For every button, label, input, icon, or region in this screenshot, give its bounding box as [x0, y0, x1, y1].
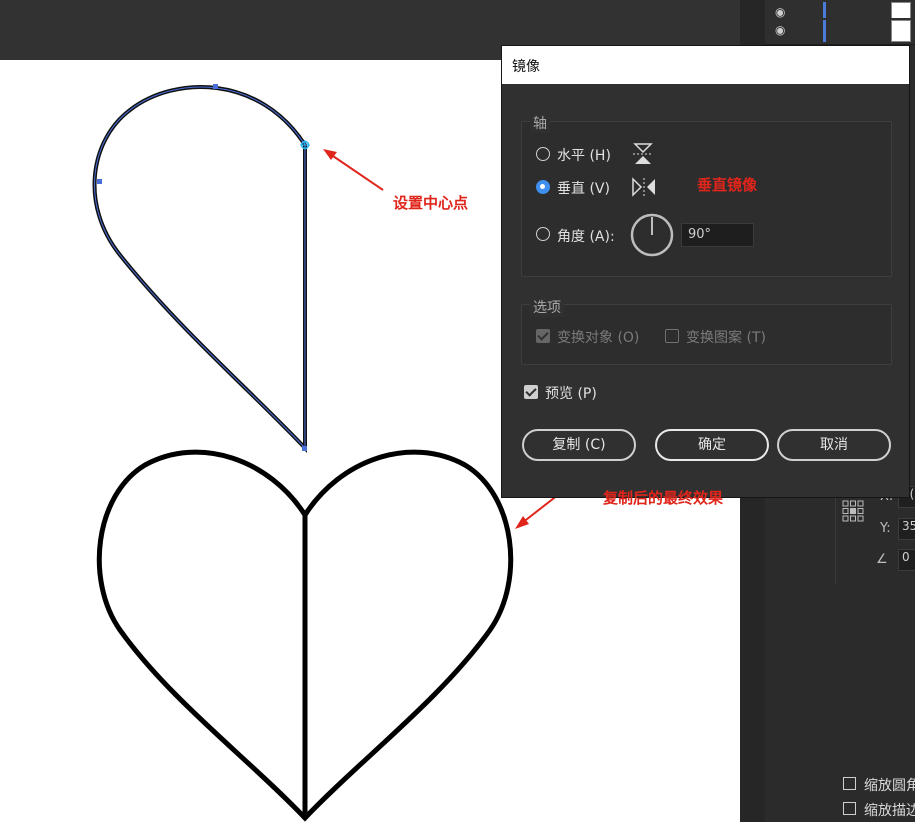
layer-row[interactable]: ◉ [765, 18, 915, 45]
rotate-field[interactable]: 0 [898, 549, 915, 571]
scale-corners-checkbox[interactable] [843, 777, 856, 790]
angle-radio[interactable] [536, 227, 550, 241]
angle-icon: ∠ [876, 552, 888, 567]
copy-button[interactable]: 复制 (C) [522, 429, 636, 461]
annotation-set-center: 设置中心点 [393, 194, 469, 212]
eye-icon[interactable]: ◉ [775, 23, 785, 37]
reflect-horizontal-icon [632, 142, 654, 170]
arrow-icon [323, 149, 384, 191]
eye-icon[interactable]: ◉ [775, 5, 785, 19]
transform-patterns-label: 变换图案 (T) [686, 330, 766, 346]
transform-patterns-checkbox[interactable] [665, 329, 679, 343]
annotation-final-effect: 复制后的最终效果 [603, 489, 724, 507]
angle-dial-icon[interactable] [630, 213, 674, 261]
layer-thumbnail [891, 20, 911, 42]
angle-input[interactable]: 90° [681, 223, 754, 247]
reflect-dialog: 镜像 轴 水平 (H) 垂直 (V) 垂直镜像 角度 (A): 90° 选项 变… [501, 45, 910, 498]
vertical-label[interactable]: 垂直 (V) [557, 178, 610, 198]
options-group-title: 选项 [530, 297, 564, 317]
ok-button[interactable]: 确定 [655, 429, 769, 461]
dialog-title: 镜像 [512, 59, 540, 75]
half-heart-shape [92, 85, 307, 454]
scale-strokes-checkbox[interactable] [843, 802, 856, 815]
y-field[interactable]: 35 [898, 518, 915, 540]
transform-objects-label: 变换对象 (O) [557, 330, 640, 346]
half-heart-selection [94, 86, 306, 450]
scale-strokes-label: 缩放描边 [864, 803, 915, 819]
anchor-point [302, 446, 307, 451]
angle-label[interactable]: 角度 (A): [557, 226, 615, 246]
transform-objects-checkbox[interactable] [536, 329, 550, 343]
horizontal-label[interactable]: 水平 (H) [557, 145, 611, 165]
anchor-point [97, 179, 102, 184]
scale-corners-label: 缩放圆角 [864, 778, 915, 794]
reflect-vertical-icon [631, 177, 657, 201]
axis-group-title: 轴 [530, 113, 550, 133]
dialog-titlebar[interactable]: 镜像 [502, 46, 909, 84]
reference-point-icon[interactable] [842, 500, 864, 522]
vertical-radio[interactable] [536, 180, 550, 194]
horizontal-radio[interactable] [536, 147, 550, 161]
preview-label[interactable]: 预览 (P) [545, 383, 597, 403]
annotation-vertical-mirror: 垂直镜像 [697, 176, 758, 194]
y-label: Y: [880, 521, 891, 536]
layer-color-bar [823, 20, 826, 42]
anchor-point [213, 84, 218, 89]
cancel-button[interactable]: 取消 [777, 429, 891, 461]
preview-checkbox[interactable] [524, 385, 538, 399]
